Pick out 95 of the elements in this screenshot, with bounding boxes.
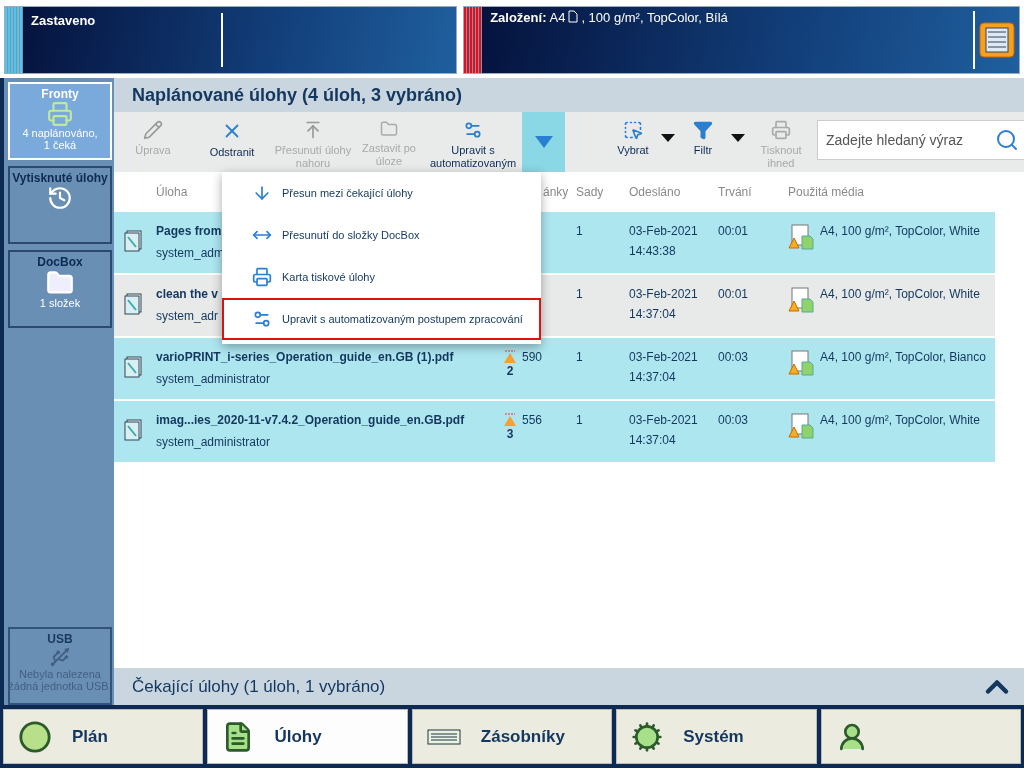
warning-icon [503,413,517,427]
page-icon [568,10,579,23]
arrow-up-icon [303,120,323,140]
job-media: A4, 100 g/m², TopColor, White [820,224,980,240]
selection-icon [623,120,643,140]
waiting-title: Čekající úlohy (1 úloh, 1 vybráno) [132,676,386,697]
job-media: A4, 100 g/m², TopColor, White [820,287,980,303]
document-icon [124,419,142,441]
folder-icon [46,269,74,297]
job-date: 03-Feb-2021 [629,287,698,301]
job-pages: 590 [522,350,543,364]
job-time: 14:37:04 [629,370,676,384]
media-label: Založení: [490,10,547,25]
job-duration: 00:03 [718,350,749,364]
printer-icon [47,101,73,127]
status-stripe [5,7,23,73]
media-size: A4 [549,10,566,25]
toolbar-button[interactable]: Vybrat [605,112,661,172]
filter-icon [693,120,713,140]
document-icon [124,356,142,378]
column-header: Trvání [718,185,753,199]
job-sets: 1 [576,287,583,301]
job-owner: system_administrator [156,435,271,449]
history-icon [47,185,73,211]
warning-count: 2 [506,364,514,378]
job-date: 03-Feb-2021 [629,350,698,364]
tray-icon [426,728,461,745]
pencil-icon [143,120,163,140]
job-sets: 1 [576,224,583,238]
printer-icon [771,120,791,140]
column-header: Sady [576,185,605,199]
job-row[interactable]: varioPRINT_i-series_Operation_guide_en.GB (1).pdf system_administrator 2 590 1 03-Feb-2021 14:37:04 00:03 A4, 100 g/m², TopColor, Bianco [114,338,995,399]
column-header: Odesláno [629,185,682,199]
menu-item[interactable]: Přesun mezi čekající úlohy [222,172,541,214]
column-header: Úloha [156,185,188,199]
menu-item[interactable]: Upravit s automatizovaným postupem zpracování [222,298,541,340]
media-warning-icon [788,350,814,376]
job-media: A4, 100 g/m², TopColor, Bianco [820,350,986,366]
job-owner: system_adr [156,309,219,323]
job-sets: 1 [576,413,583,427]
sidebar-item[interactable]: DocBox 1 složek [8,250,112,328]
sidebar-caption: 1 čeká [43,139,77,151]
caret-icon[interactable] [731,134,745,142]
job-name: imag...ies_2020-11-v7.4.2_Operation_guide_en.GB.pdf [156,413,465,427]
job-media: A4, 100 g/m², TopColor, White [820,413,980,429]
job-pages: 556 [522,413,543,427]
menu-item[interactable]: Přesunutí do složky DocBox [222,214,541,256]
job-time: 14:37:04 [629,433,676,447]
media-warning-icon [788,287,814,313]
media-warning-icon [788,224,814,250]
nav-button[interactable]: Úlohy [207,709,408,764]
job-owner: system_adm [156,246,225,260]
more-button[interactable] [522,112,565,172]
trays-icon[interactable] [979,22,1015,58]
job-date: 03-Feb-2021 [629,224,698,238]
column-header: Použitá média [788,185,866,199]
toolbar-button[interactable]: Upravit s automatizovaným [424,112,522,172]
media-details: , 100 g/m², TopColor, Bílá [581,10,728,25]
caret-icon [534,136,553,148]
job-duration: 00:01 [718,287,749,301]
job-name: clean the v [156,287,219,301]
job-time: 14:37:04 [629,307,676,321]
job-name: Pages from [156,224,222,238]
job-row[interactable]: imag...ies_2020-11-v7.4.2_Operation_guide_en.GB.pdf system_administrator 3 556 1 03-Feb-2021 14:37:04 00:03 A4, 100 g/m², TopColor, White [114,401,995,462]
nav-button[interactable]: Systém [616,709,817,764]
column-header: ánky [542,185,570,199]
toolbar-button[interactable]: Filtr [675,112,731,172]
media-warning-icon [788,413,814,439]
printer-icon [252,267,272,287]
usb-icon [49,646,71,668]
job-duration: 00:03 [718,413,749,427]
nav-button[interactable] [820,709,1022,764]
job-time: 14:43:38 [629,244,676,258]
page-title: Naplánované úlohy (4 úloh, 3 vybráno) [114,78,1024,112]
nav-button[interactable]: Zásobníky [411,709,613,764]
status-stripe [464,7,483,73]
status-title: Zastaveno [23,13,223,67]
job-duration: 00:01 [718,224,749,238]
sidebar-item[interactable]: Vytisknuté úlohy [8,166,112,244]
job-owner: system_administrator [156,372,271,386]
document-icon [124,293,142,315]
toolbar-button[interactable]: Odstranit [192,112,272,172]
sidebar-caption: 4 naplánováno, [22,127,98,139]
job-name: varioPRINT_i-series_Operation_guide_en.GB (1).pdf [156,350,454,364]
job-date: 03-Feb-2021 [629,413,698,427]
job-sets: 1 [576,350,583,364]
nav-button[interactable]: Plán [3,709,204,764]
search-icon[interactable] [995,128,1019,152]
search-field[interactable]: Zadejte hledaný výraz [817,120,1024,160]
sidebar-caption: 1 složek [39,297,81,309]
document-icon [124,230,142,252]
warning-icon [503,350,517,364]
warning-count: 3 [506,427,514,441]
folder-icon [380,120,398,138]
caret-icon[interactable] [661,134,675,142]
